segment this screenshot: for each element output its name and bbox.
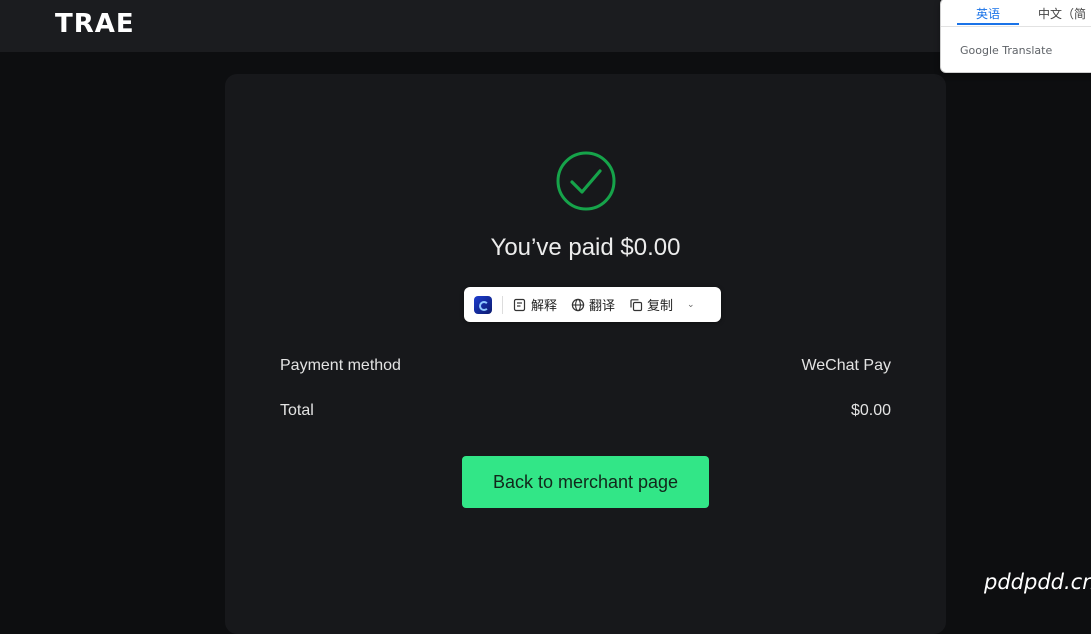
copy-label: 复制 [647, 299, 674, 314]
google-translate-popup: 英语 中文（简 Google Translate [940, 0, 1091, 73]
top-bar: TRAE [0, 0, 1091, 52]
paid-amount-title: You’ve paid $0.00 [490, 234, 681, 261]
explain-button[interactable]: 解释 [513, 295, 557, 314]
copy-icon [630, 298, 643, 311]
payment-method-value: WeChat Pay [801, 357, 891, 374]
active-tab-indicator [957, 23, 1019, 25]
total-label: Total [280, 402, 314, 419]
back-to-merchant-button[interactable]: Back to merchant page [462, 456, 709, 508]
google-translate-brand: Google Translate [960, 44, 1053, 57]
translate-button[interactable]: 翻译 [571, 295, 615, 314]
payment-method-label: Payment method [280, 357, 401, 374]
tab-english[interactable]: 英语 [976, 5, 1000, 22]
trae-logo[interactable]: TRAE [55, 9, 135, 39]
success-check-icon [555, 151, 617, 213]
translate-label: 翻译 [589, 299, 616, 314]
copy-button[interactable]: 复制 [629, 295, 673, 314]
tab-chinese[interactable]: 中文（简 [1038, 5, 1086, 22]
explain-icon [513, 298, 526, 311]
toolbar-divider [502, 295, 503, 314]
text-selection-toolbar: 解释 翻译 复制 ⌄ [464, 287, 721, 322]
assistant-logo-icon[interactable] [474, 295, 492, 314]
total-value: $0.00 [850, 402, 891, 419]
explain-label: 解释 [531, 299, 558, 314]
watermark: pddpdd.cn [984, 570, 1091, 594]
popup-divider [941, 26, 1091, 27]
chevron-down-icon[interactable]: ⌄ [687, 300, 695, 310]
globe-icon [571, 298, 585, 311]
